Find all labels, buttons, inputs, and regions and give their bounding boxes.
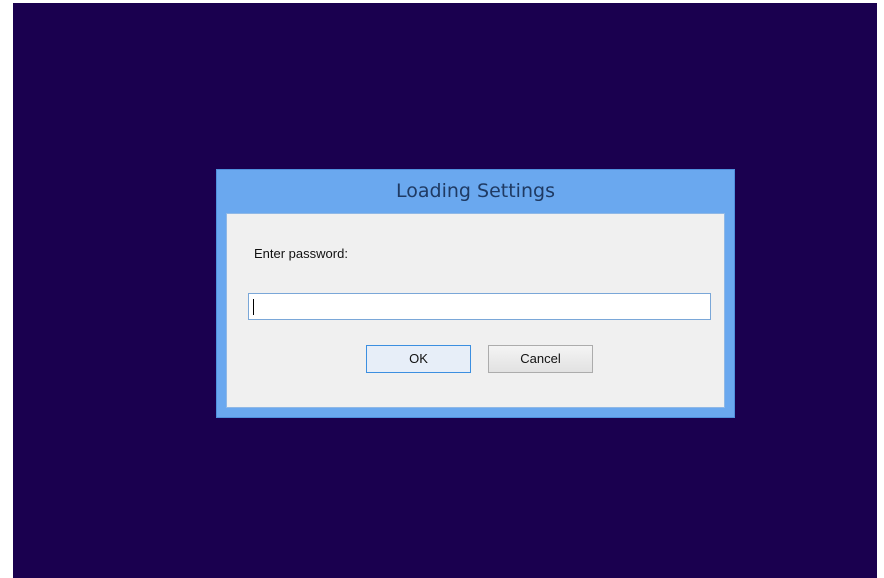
ok-button[interactable]: OK bbox=[366, 345, 471, 373]
password-input[interactable] bbox=[248, 293, 711, 320]
dialog-body: Enter password: OK Cancel bbox=[226, 213, 725, 408]
cancel-button[interactable]: Cancel bbox=[488, 345, 593, 373]
dialog-title: Loading Settings bbox=[396, 180, 555, 202]
password-prompt-label: Enter password: bbox=[254, 246, 348, 261]
password-dialog: Loading Settings Enter password: OK Canc… bbox=[216, 169, 735, 418]
text-cursor bbox=[253, 299, 254, 315]
desktop-background: Loading Settings Enter password: OK Canc… bbox=[13, 3, 877, 578]
